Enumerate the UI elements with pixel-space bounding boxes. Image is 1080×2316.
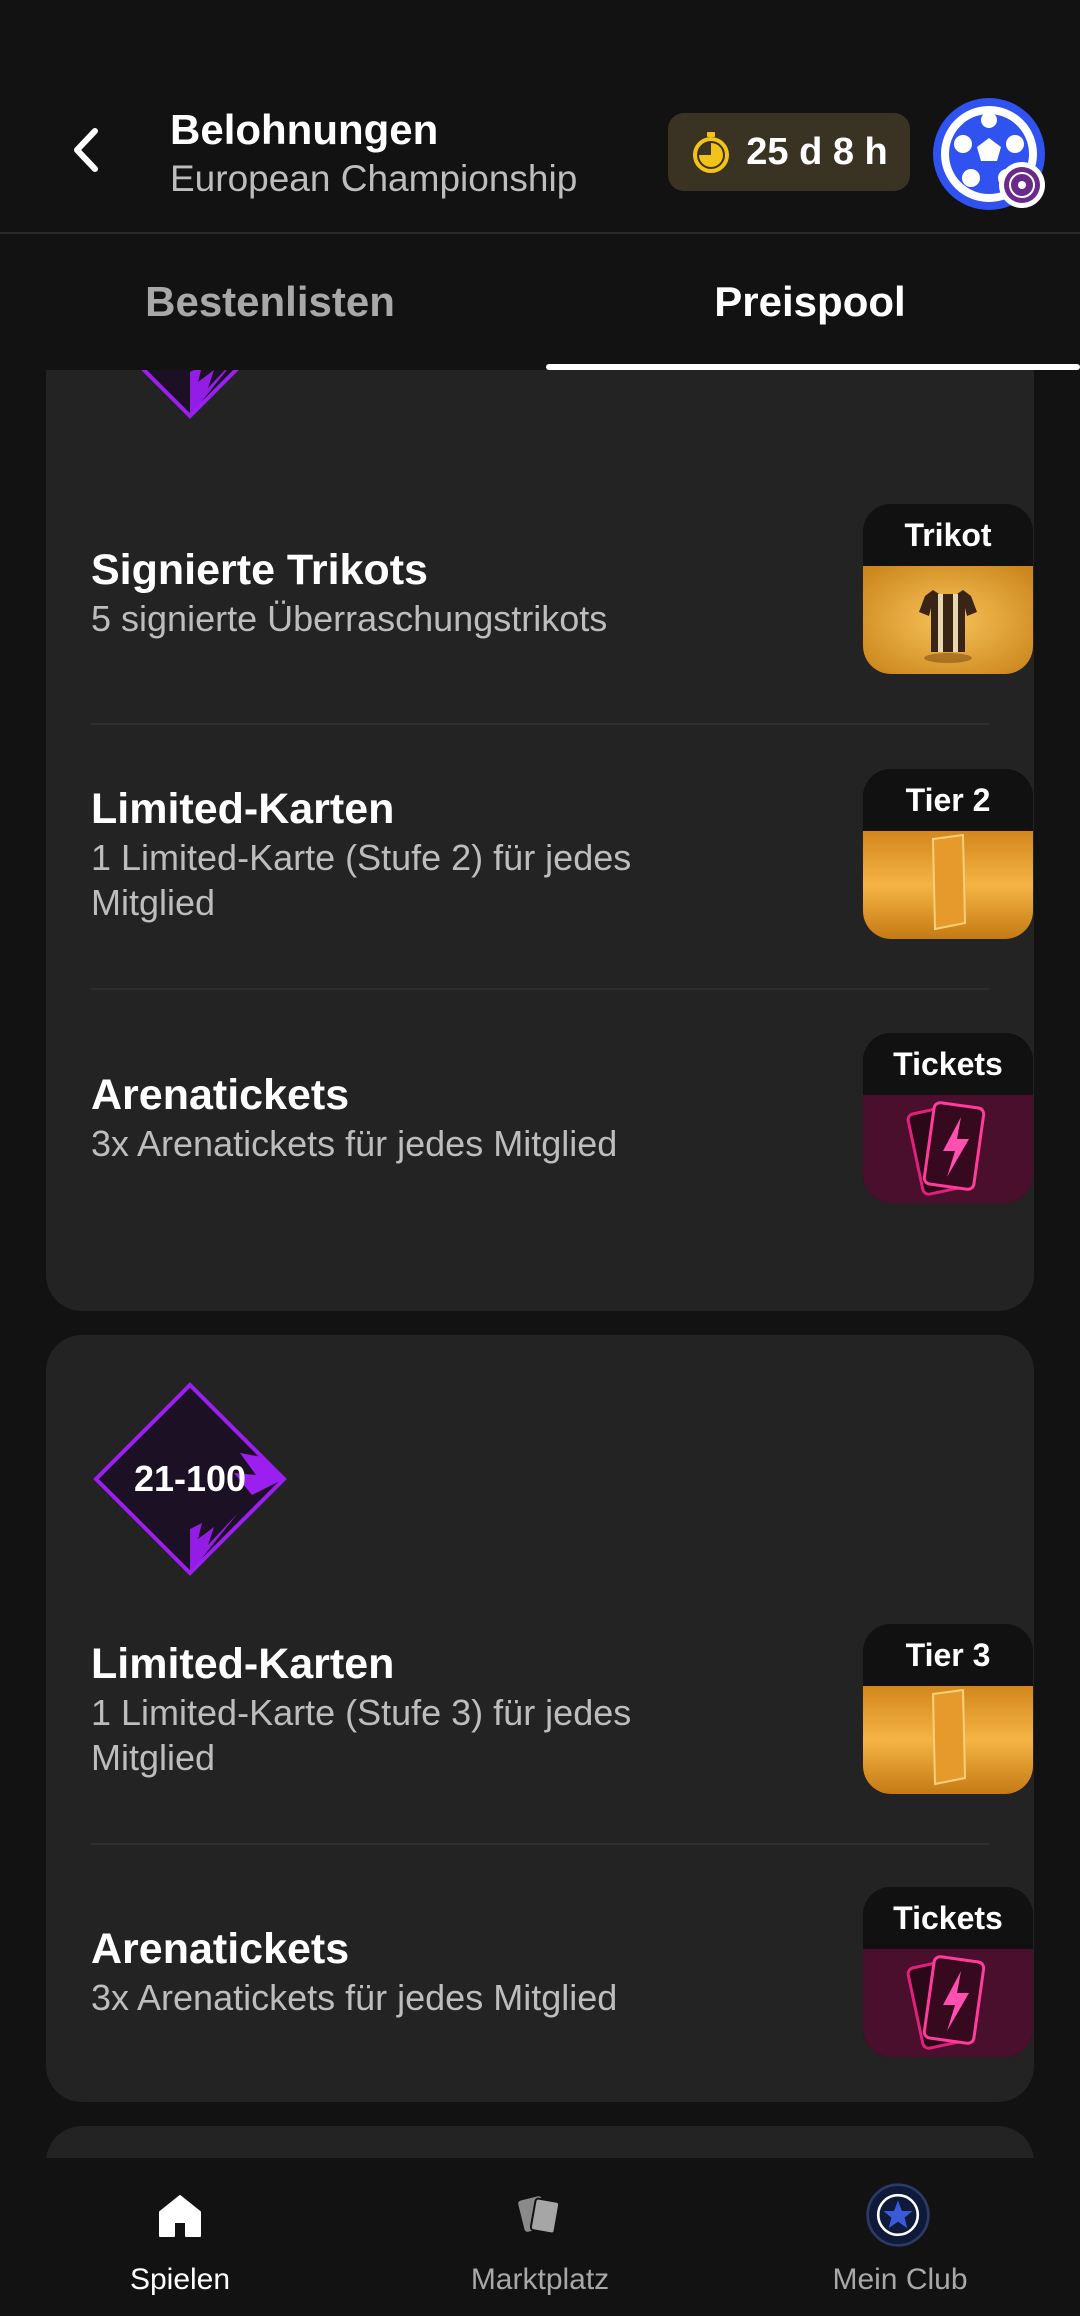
limited-card-icon: [863, 1686, 1033, 1794]
reward-description: 5 signierte Überraschungstrikots: [91, 598, 608, 639]
rank-label: 4-20: [90, 370, 290, 422]
reward-row[interactable]: Signierte Trikots 5 signierte Überraschu…: [91, 504, 1033, 674]
tab-prize-pool[interactable]: Preispool: [540, 236, 1080, 368]
reward-text: Arenatickets 3x Arenatickets für jedes M…: [91, 1069, 711, 1166]
nav-item-play[interactable]: Spielen: [0, 2158, 360, 2316]
reward-title: Signierte Trikots: [91, 546, 428, 594]
tab-leaderboards[interactable]: Bestenlisten: [0, 236, 540, 368]
ticket-icon: [863, 1949, 1033, 2057]
reward-badge: Tickets: [863, 1887, 1033, 1949]
reward-badge: Trikot: [863, 504, 1033, 566]
timer-value: 25 d 8 h: [746, 130, 888, 173]
tier-card: [46, 2126, 1034, 2158]
divider: [91, 988, 989, 990]
reward-description: 3x Arenatickets für jedes Mitglied: [91, 1123, 618, 1164]
bottom-navigation: Spielen Marktplatz Mein Club: [0, 2158, 1080, 2316]
prize-pool-list[interactable]: 4-20 Signierte Trikots 5 signierte Überr…: [0, 370, 1080, 2158]
chevron-left-icon: [74, 128, 98, 172]
reward-text: Limited-Karten 1 Limited-Karte (Stufe 3)…: [91, 1638, 711, 1780]
rank-label: 21-100: [133, 1458, 247, 1499]
nav-label: Mein Club: [832, 2263, 968, 2296]
reward-badge: Tier 3: [863, 1624, 1033, 1686]
header: Belohnungen European Championship 25 d 8…: [0, 0, 1080, 234]
cards-icon: [518, 2196, 561, 2235]
reward-row[interactable]: Arenatickets 3x Arenatickets für jedes M…: [91, 1033, 1033, 1203]
reward-text: Arenatickets 3x Arenatickets für jedes M…: [91, 1923, 711, 2020]
divider: [91, 723, 989, 725]
crest-icon: [1004, 167, 1040, 203]
reward-thumbnail-jersey: Trikot: [863, 504, 1033, 674]
reward-row[interactable]: Limited-Karten 1 Limited-Karte (Stufe 3)…: [91, 1624, 1033, 1794]
reward-description: 3x Arenatickets für jedes Mitglied: [91, 1977, 618, 2018]
reward-thumbnail-ticket: Tickets: [863, 1033, 1033, 1203]
nav-item-my-club[interactable]: Mein Club: [720, 2158, 1080, 2316]
home-icon: [159, 2195, 201, 2237]
tier-card: 4-20 Signierte Trikots 5 signierte Überr…: [46, 370, 1034, 1311]
back-button[interactable]: [62, 120, 110, 180]
countdown-timer: 25 d 8 h: [668, 113, 910, 191]
reward-thumbnail-card: Tier 3: [863, 1624, 1033, 1794]
header-titles: Belohnungen European Championship: [170, 104, 577, 202]
reward-badge: Tier 2: [863, 769, 1033, 831]
reward-row[interactable]: Limited-Karten 1 Limited-Karte (Stufe 2)…: [91, 769, 1033, 939]
page-subtitle: European Championship: [170, 158, 578, 199]
page-title: Belohnungen: [170, 106, 439, 153]
club-crest-badge: [999, 162, 1045, 208]
nav-label: Spielen: [129, 2263, 231, 2296]
reward-title: Limited-Karten: [91, 785, 395, 833]
tier-card: 21-100 Limited-Karten 1 Limited-Karte (S…: [46, 1335, 1034, 2102]
reward-description: 1 Limited-Karte (Stufe 2) für jedes Mitg…: [91, 837, 632, 923]
reward-title: Limited-Karten: [91, 1640, 395, 1688]
club-icon: [866, 2183, 930, 2247]
reward-text: Limited-Karten 1 Limited-Karte (Stufe 2)…: [91, 783, 711, 925]
stopwatch-icon: [693, 132, 730, 173]
nav-item-marketplace[interactable]: Marktplatz: [360, 2158, 720, 2316]
rank-badge: 21-100: [90, 1379, 290, 1579]
jersey-icon: [863, 566, 1033, 674]
nav-label: Marktplatz: [470, 2263, 610, 2296]
reward-title: Arenatickets: [91, 1925, 350, 1973]
tab-bar: Bestenlisten Preispool: [0, 236, 1080, 370]
reward-row[interactable]: Arenatickets 3x Arenatickets für jedes M…: [91, 1887, 1033, 2057]
reward-text: Signierte Trikots 5 signierte Überraschu…: [91, 544, 711, 641]
reward-badge: Tickets: [863, 1033, 1033, 1095]
reward-thumbnail-card: Tier 2: [863, 769, 1033, 939]
reward-title: Arenatickets: [91, 1071, 350, 1119]
reward-thumbnail-ticket: Tickets: [863, 1887, 1033, 2057]
ticket-icon: [863, 1095, 1033, 1203]
limited-card-icon: [863, 831, 1033, 939]
rank-badge: 4-20: [90, 370, 290, 422]
divider: [91, 1843, 989, 1845]
reward-description: 1 Limited-Karte (Stufe 3) für jedes Mitg…: [91, 1692, 632, 1778]
